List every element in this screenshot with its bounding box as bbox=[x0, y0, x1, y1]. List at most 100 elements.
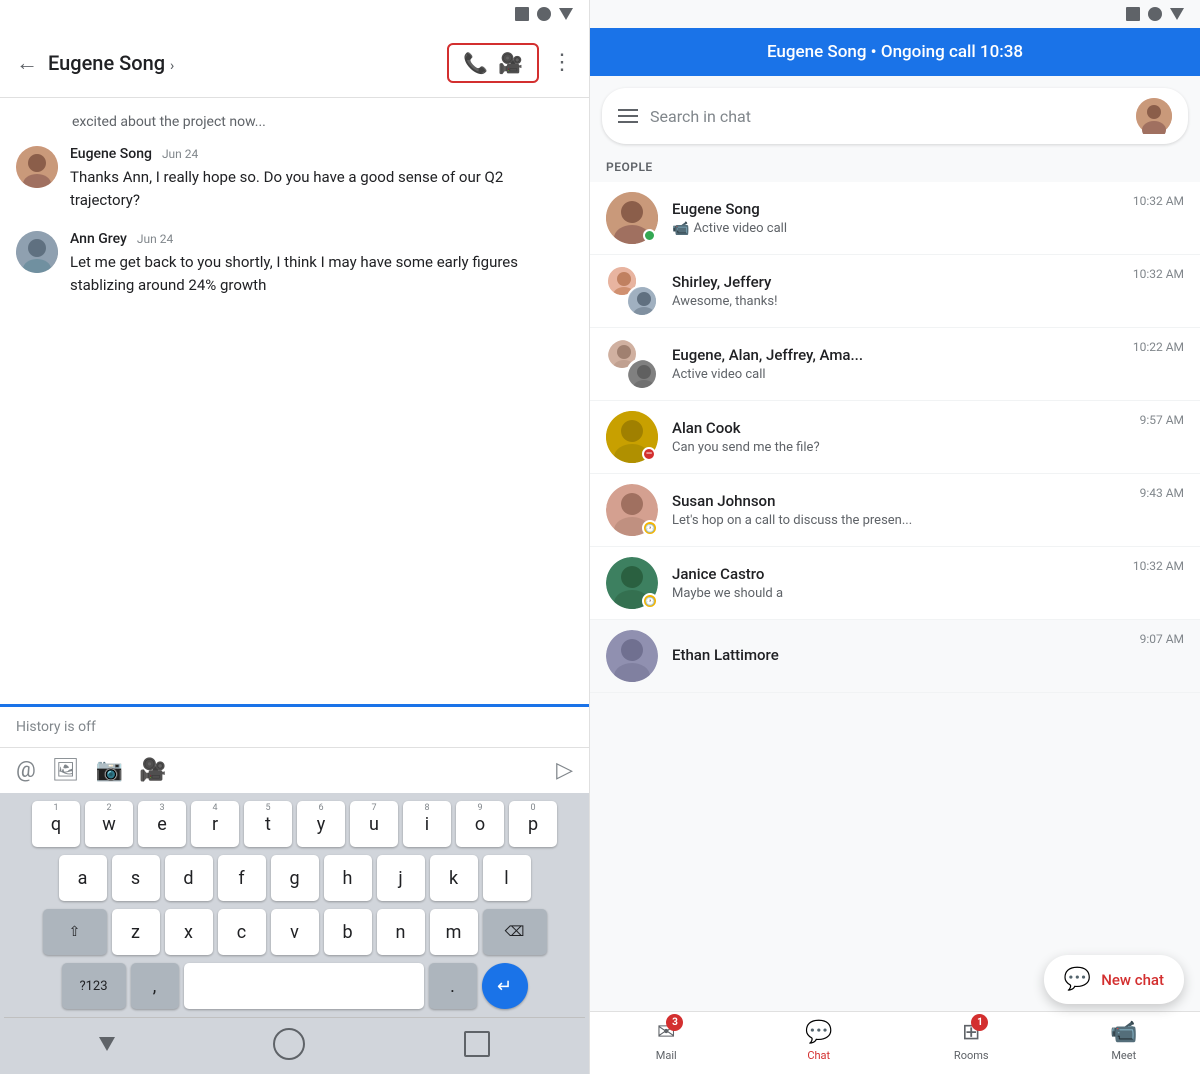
key-k[interactable]: k bbox=[430, 855, 478, 901]
send-button[interactable]: ▷ bbox=[556, 758, 573, 783]
new-chat-icon: 💬 bbox=[1064, 967, 1091, 992]
hamburger-menu-icon[interactable] bbox=[618, 109, 638, 123]
key-n[interactable]: n bbox=[377, 909, 425, 955]
video-icon: 📹 bbox=[672, 221, 689, 237]
key-w[interactable]: 2w bbox=[85, 801, 133, 847]
back-button[interactable]: ← bbox=[16, 50, 38, 76]
chat-preview: Active video call bbox=[672, 367, 1125, 382]
key-t[interactable]: 5t bbox=[244, 801, 292, 847]
video-call-icon[interactable]: 🎥 bbox=[498, 51, 523, 75]
list-item[interactable]: Shirley, Jeffery Awesome, thanks! 10:32 … bbox=[590, 255, 1200, 328]
chat-preview: Let's hop on a call to discuss the prese… bbox=[672, 513, 1132, 528]
shift-key[interactable]: ⇧ bbox=[43, 909, 107, 955]
search-bar[interactable]: Search in chat bbox=[602, 88, 1188, 144]
key-y[interactable]: 6y bbox=[297, 801, 345, 847]
image-icon[interactable]: 🖼 bbox=[52, 758, 80, 783]
key-b[interactable]: b bbox=[324, 909, 372, 955]
sys-triangle-icon-r bbox=[1170, 8, 1184, 20]
chat-info: Eugene Song 📹 Active video call bbox=[672, 200, 1125, 237]
chat-preview: Awesome, thanks! bbox=[672, 294, 1125, 309]
left-panel: ← Eugene Song › 📞 🎥 ⋮ excited about the … bbox=[0, 0, 590, 1074]
chat-time: 10:22 AM bbox=[1133, 338, 1184, 354]
key-x[interactable]: x bbox=[165, 909, 213, 955]
sys-rect-icon bbox=[515, 7, 529, 21]
more-options-button[interactable]: ⋮ bbox=[551, 50, 573, 75]
key-u[interactable]: 7u bbox=[350, 801, 398, 847]
key-q[interactable]: 1q bbox=[32, 801, 80, 847]
tab-rooms[interactable]: ⊞ 1 Rooms bbox=[931, 1020, 1011, 1062]
key-p[interactable]: 0p bbox=[509, 801, 557, 847]
mail-icon: ✉ 3 bbox=[657, 1020, 675, 1045]
comma-key[interactable]: , bbox=[131, 963, 179, 1009]
message-text: Thanks Ann, I really hope so. Do you hav… bbox=[70, 166, 573, 211]
keyboard-row-3: ⇧ z x c v b n m ⌫ bbox=[4, 909, 585, 955]
key-c[interactable]: c bbox=[218, 909, 266, 955]
period-key[interactable]: . bbox=[429, 963, 477, 1009]
message-text: Let me get back to you shortly, I think … bbox=[70, 251, 573, 296]
keyboard-row-2: a s d f g h j k l bbox=[4, 855, 585, 901]
online-status-dot bbox=[643, 229, 656, 242]
key-j[interactable]: j bbox=[377, 855, 425, 901]
chat-avatar bbox=[606, 338, 658, 390]
new-chat-fab[interactable]: 💬 New chat bbox=[1044, 955, 1184, 1004]
nav-home-button[interactable] bbox=[273, 1028, 305, 1060]
avatar bbox=[16, 231, 58, 273]
tab-rooms-label: Rooms bbox=[954, 1049, 989, 1062]
key-e[interactable]: 3e bbox=[138, 801, 186, 847]
contact-name: Eugene Song bbox=[672, 200, 1125, 218]
list-item[interactable]: Eugene Song 📹 Active video call 10:32 AM bbox=[590, 182, 1200, 255]
message-content: Eugene Song Jun 24 Thanks Ann, I really … bbox=[70, 146, 573, 211]
contact-name: Shirley, Jeffery bbox=[672, 273, 1125, 291]
clock-status-dot: 🕐 bbox=[642, 520, 658, 536]
chat-avatar: 🕐 bbox=[606, 557, 658, 609]
camera-icon[interactable]: 📷 bbox=[96, 758, 123, 783]
search-input[interactable]: Search in chat bbox=[650, 107, 1124, 126]
mention-icon[interactable]: @ bbox=[16, 758, 36, 783]
video-attach-icon[interactable]: 🎥 bbox=[139, 758, 166, 783]
chat-avatar bbox=[606, 630, 658, 682]
chat-time: 10:32 AM bbox=[1133, 557, 1184, 573]
key-i[interactable]: 8i bbox=[403, 801, 451, 847]
keyboard-row-1: 1q 2w 3e 4r 5t 6y 7u 8i 9o 0p bbox=[4, 801, 585, 847]
key-s[interactable]: s bbox=[112, 855, 160, 901]
tab-mail[interactable]: ✉ 3 Mail bbox=[626, 1020, 706, 1062]
key-h[interactable]: h bbox=[324, 855, 372, 901]
key-l[interactable]: l bbox=[483, 855, 531, 901]
tab-chat[interactable]: 💬 Chat bbox=[779, 1020, 859, 1062]
chat-list: Eugene Song 📹 Active video call 10:32 AM bbox=[590, 182, 1200, 1011]
sys-triangle-icon bbox=[559, 8, 573, 20]
nav-recents-button[interactable] bbox=[464, 1031, 490, 1057]
chat-time: 10:32 AM bbox=[1133, 265, 1184, 281]
key-z[interactable]: z bbox=[112, 909, 160, 955]
key-r[interactable]: 4r bbox=[191, 801, 239, 847]
tab-meet[interactable]: 📹 Meet bbox=[1084, 1020, 1164, 1062]
list-item[interactable]: 🕐 Susan Johnson Let's hop on a call to d… bbox=[590, 474, 1200, 547]
history-off-label: History is off bbox=[0, 704, 589, 747]
key-f[interactable]: f bbox=[218, 855, 266, 901]
space-key[interactable] bbox=[184, 963, 424, 1009]
key-v[interactable]: v bbox=[271, 909, 319, 955]
key-a[interactable]: a bbox=[59, 855, 107, 901]
backspace-key[interactable]: ⌫ bbox=[483, 909, 547, 955]
list-item[interactable]: Alan Cook Can you send me the file? 9:57… bbox=[590, 401, 1200, 474]
list-item[interactable]: Eugene, Alan, Jeffrey, Ama... Active vid… bbox=[590, 328, 1200, 401]
key-g[interactable]: g bbox=[271, 855, 319, 901]
chat-avatar bbox=[606, 192, 658, 244]
key-d[interactable]: d bbox=[165, 855, 213, 901]
key-m[interactable]: m bbox=[430, 909, 478, 955]
enter-key[interactable]: ↵ bbox=[482, 963, 528, 1009]
key-o[interactable]: 9o bbox=[456, 801, 504, 847]
group-avatar bbox=[606, 338, 658, 390]
nav-back-button[interactable] bbox=[99, 1037, 115, 1051]
list-item[interactable]: Ethan Lattimore 9:07 AM bbox=[590, 620, 1200, 693]
rooms-icon: ⊞ 1 bbox=[962, 1020, 980, 1045]
system-bar-left bbox=[0, 0, 589, 28]
num-key[interactable]: ?123 bbox=[62, 963, 126, 1009]
sys-circle-icon bbox=[537, 7, 551, 21]
blocked-status-dot bbox=[642, 447, 656, 461]
chat-avatar: 🕐 bbox=[606, 484, 658, 536]
sender-name: Ann Grey bbox=[70, 231, 127, 247]
list-item[interactable]: 🕐 Janice Castro Maybe we should a 10:32 … bbox=[590, 547, 1200, 620]
sys-rect-icon-r bbox=[1126, 7, 1140, 21]
phone-call-icon[interactable]: 📞 bbox=[463, 51, 488, 75]
